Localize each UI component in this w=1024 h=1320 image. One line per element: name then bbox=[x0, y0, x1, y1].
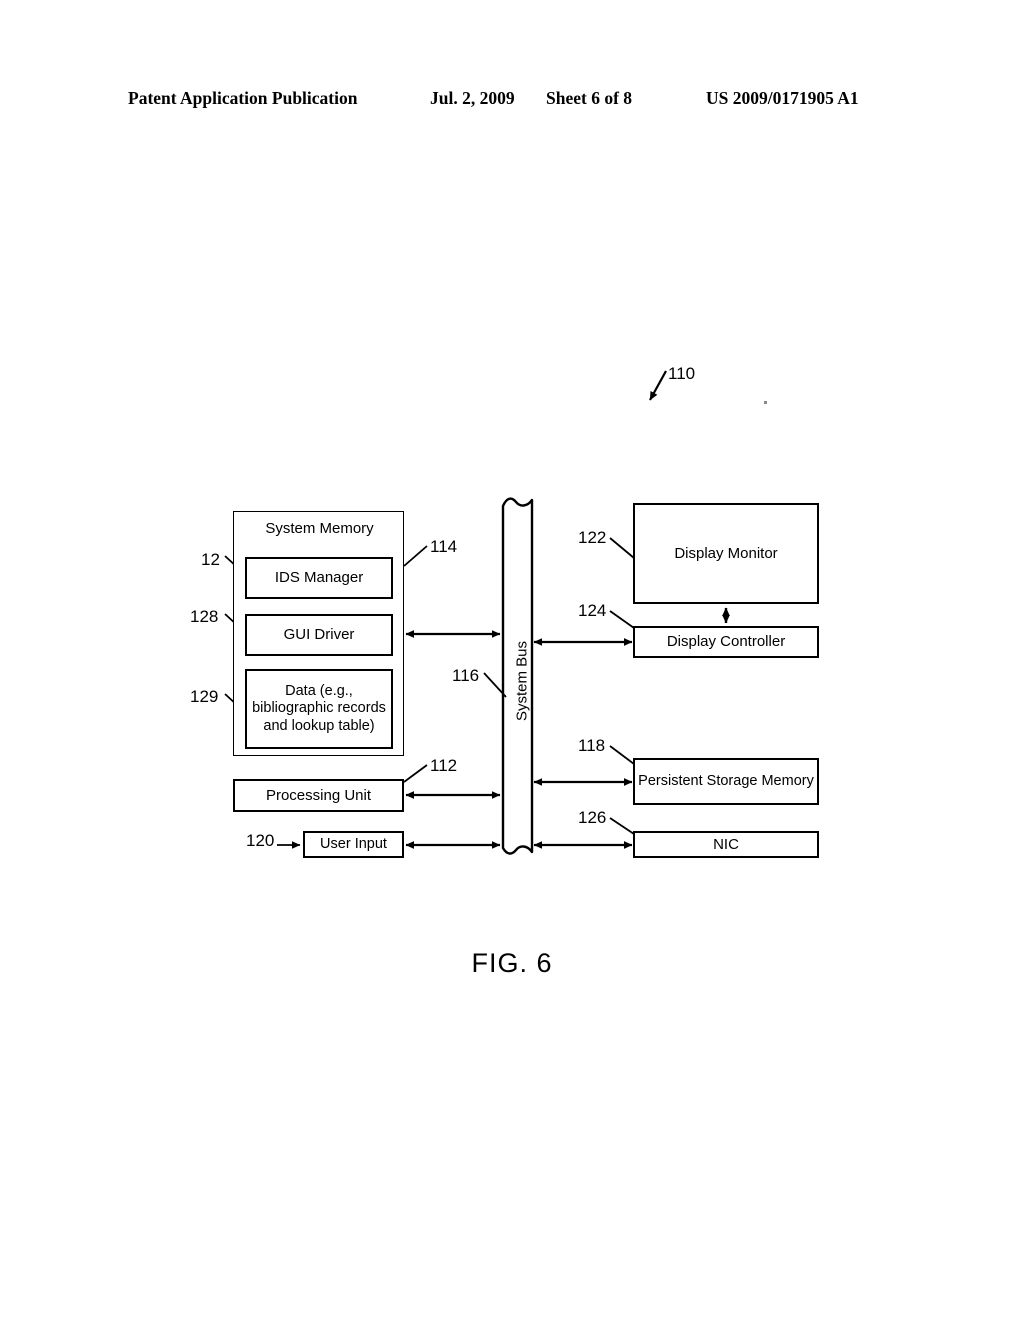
block-persistent-storage-memory: Persistent Storage Memory bbox=[633, 758, 819, 805]
reference-numeral-120: 120 bbox=[246, 831, 275, 850]
reference-numeral-110: 110 bbox=[668, 364, 696, 383]
block-nic: NIC bbox=[633, 831, 819, 858]
leader-124 bbox=[609, 610, 635, 629]
leader-122 bbox=[609, 537, 635, 559]
leader-110 bbox=[649, 370, 667, 401]
block-user-input: User Input bbox=[303, 831, 404, 858]
reference-numeral-114: 114 bbox=[430, 537, 458, 556]
block-system-bus: System Bus bbox=[500, 496, 544, 866]
block-gui-driver: GUI Driver bbox=[245, 614, 393, 656]
reference-numeral-118: 118 bbox=[578, 736, 606, 755]
block-system-memory-label: System Memory bbox=[265, 520, 374, 537]
block-processing-unit: Processing Unit bbox=[233, 779, 404, 812]
figure-caption: FIG. 6 bbox=[471, 948, 553, 978]
reference-numeral-116: 116 bbox=[452, 666, 480, 685]
leader-118 bbox=[609, 745, 635, 765]
block-display-controller: Display Controller bbox=[633, 626, 819, 658]
block-system-bus-label: System Bus bbox=[513, 640, 531, 722]
scan-artifact-dot bbox=[764, 401, 767, 404]
leader-112 bbox=[403, 764, 428, 783]
block-display-monitor: Display Monitor bbox=[633, 503, 819, 604]
reference-numeral-128: 128 bbox=[190, 607, 219, 626]
reference-numeral-112: 112 bbox=[430, 756, 458, 775]
reference-numeral-12: 12 bbox=[201, 550, 220, 569]
patent-figure: System Memory IDS Manager GUI Driver Dat… bbox=[0, 0, 1024, 1320]
leader-114 bbox=[403, 545, 428, 567]
block-ids-manager: IDS Manager bbox=[245, 557, 393, 599]
reference-numeral-126: 126 bbox=[578, 808, 607, 827]
block-data: Data (e.g., bibliographic records and lo… bbox=[245, 669, 393, 749]
reference-numeral-129: 129 bbox=[190, 687, 219, 706]
leader-126 bbox=[609, 817, 635, 835]
reference-numeral-124: 124 bbox=[578, 601, 607, 620]
reference-numeral-122: 122 bbox=[578, 528, 607, 547]
